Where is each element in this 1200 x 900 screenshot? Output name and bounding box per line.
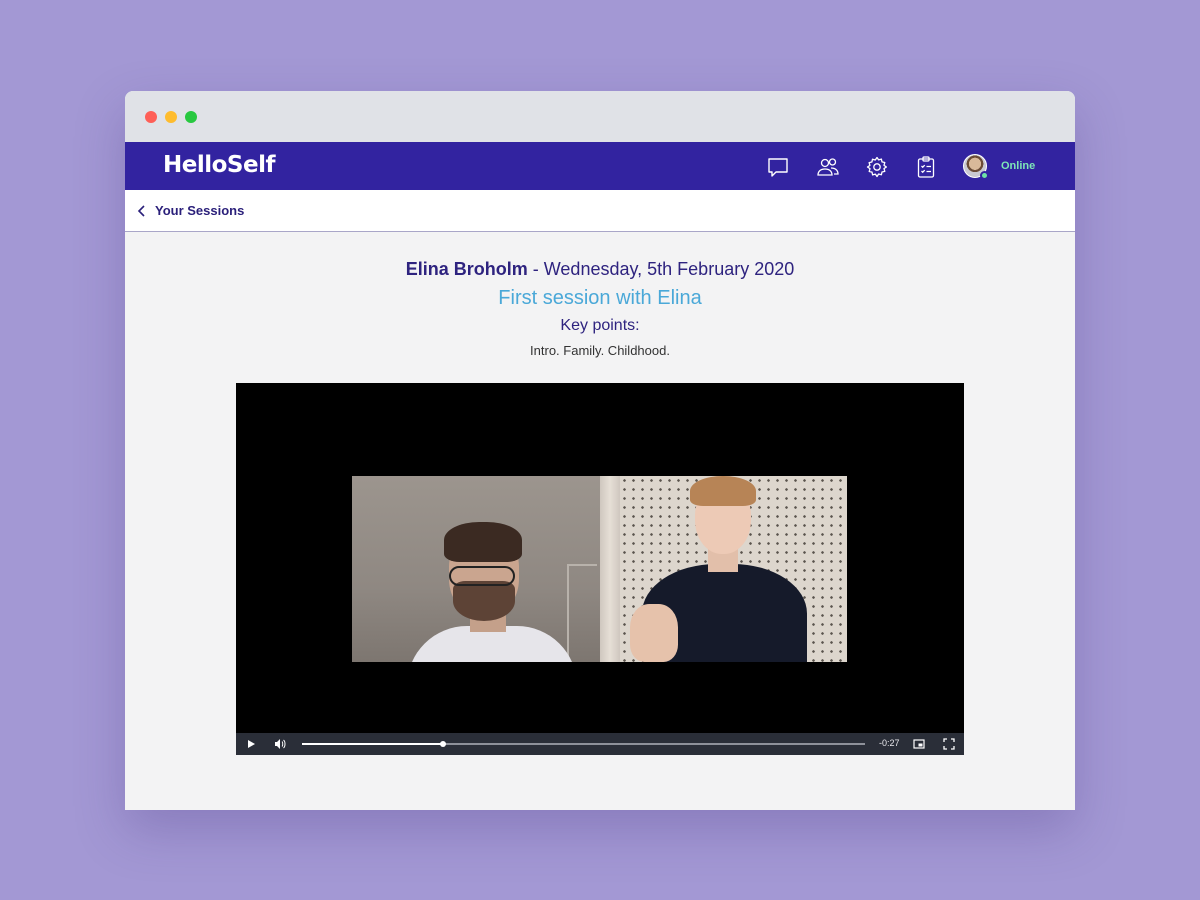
browser-window: HelloSelf Online Your Sessions Elina Bro…	[125, 91, 1075, 810]
clipboard-icon[interactable]	[913, 154, 939, 180]
session-content: Elina Broholm - Wednesday, 5th February …	[125, 232, 1075, 810]
fullscreen-icon[interactable]	[942, 737, 956, 751]
video-participant-left	[352, 476, 600, 662]
video-frame	[352, 476, 847, 662]
session-headline: Elina Broholm - Wednesday, 5th February …	[125, 259, 1075, 280]
minimize-window-button[interactable]	[165, 111, 177, 123]
gear-icon[interactable]	[864, 154, 890, 180]
chat-icon[interactable]	[765, 154, 791, 180]
progress-fill	[302, 743, 443, 745]
client-name: Elina Broholm	[405, 259, 528, 279]
sub-header: Your Sessions	[125, 190, 1075, 232]
chevron-left-icon	[137, 204, 145, 217]
volume-icon[interactable]	[273, 737, 287, 751]
people-icon[interactable]	[815, 154, 841, 180]
video-controls: -0:27	[236, 733, 964, 755]
time-remaining: -0:27	[879, 738, 900, 748]
video-player[interactable]: -0:27	[236, 383, 964, 755]
close-window-button[interactable]	[145, 111, 157, 123]
top-navbar: HelloSelf Online	[125, 142, 1075, 190]
key-points-label: Key points:	[560, 317, 640, 334]
back-link-label: Your Sessions	[155, 203, 245, 218]
session-date: - Wednesday, 5th February 2020	[527, 259, 795, 279]
progress-track[interactable]	[302, 741, 865, 747]
back-to-sessions-link[interactable]: Your Sessions	[137, 203, 244, 218]
progress-handle[interactable]	[439, 741, 446, 747]
session-title: First session with Elina	[498, 287, 702, 309]
video-participant-right	[620, 476, 847, 662]
app-logo[interactable]: HelloSelf	[163, 152, 275, 178]
online-status: Online	[1001, 160, 1036, 172]
maximize-window-button[interactable]	[185, 111, 197, 123]
key-points-text: Intro. Family. Childhood.	[530, 343, 670, 358]
play-icon[interactable]	[244, 737, 258, 751]
window-titlebar	[125, 91, 1075, 142]
picture-in-picture-icon[interactable]	[912, 737, 926, 751]
online-indicator	[980, 171, 989, 180]
